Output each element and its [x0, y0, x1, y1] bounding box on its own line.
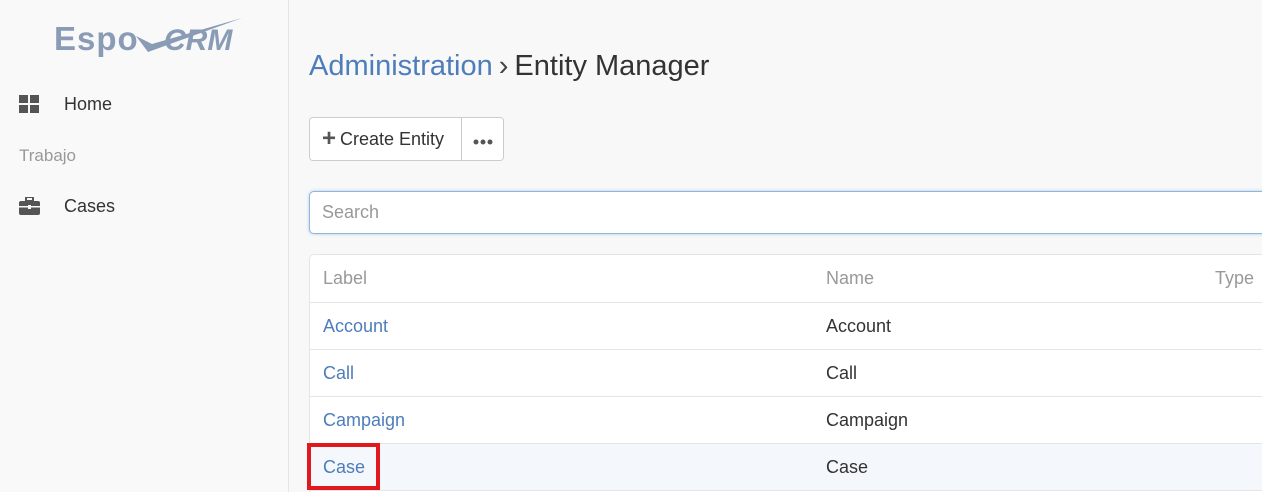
sidebar-item-cases[interactable]: Cases	[0, 188, 288, 224]
column-header-label[interactable]: Label	[323, 268, 367, 289]
search-input[interactable]	[309, 191, 1262, 234]
svg-text:CRM: CRM	[164, 24, 233, 57]
app-root: Espo CRM Home Trabajo Cases Administrati…	[0, 0, 1262, 492]
entity-name: Case	[826, 456, 869, 477]
sidebar-item-cases-label: Cases	[64, 195, 116, 216]
table-row: Case Case	[310, 444, 1262, 491]
more-actions-button[interactable]	[462, 118, 503, 160]
entity-name: Campaign	[826, 409, 909, 430]
breadcrumb: Administration › Entity Manager	[309, 50, 709, 83]
plus-icon: +	[322, 125, 337, 152]
table-header-row: Label Name Type	[310, 255, 1262, 303]
espocrm-logo[interactable]: Espo CRM	[52, 14, 242, 62]
sidebar-group-label: Trabajo	[19, 146, 77, 165]
column-header-name[interactable]: Name	[826, 268, 874, 289]
column-header-type[interactable]: Type	[1215, 268, 1254, 289]
main-content: Administration › Entity Manager + Create E…	[290, 0, 1262, 492]
entity-label-link[interactable]: Campaign	[323, 410, 405, 431]
espocrm-logo-graphic: Espo CRM	[54, 18, 242, 57]
table-row: Campaign Campaign	[310, 397, 1262, 444]
sidebar-item-home[interactable]: Home	[0, 86, 288, 122]
breadcrumb-separator: ›	[498, 50, 509, 82]
page-title: Entity Manager	[514, 50, 710, 82]
entity-label-link[interactable]: Call	[323, 363, 354, 384]
entity-name: Call	[826, 362, 858, 383]
svg-text:Espo: Espo	[54, 20, 139, 57]
entity-table: Label Name Type Account Account Call Cal…	[309, 254, 1262, 492]
entity-label-link[interactable]: Account	[323, 316, 388, 337]
grid-icon	[0, 95, 64, 113]
table-row: Account Account	[310, 303, 1262, 350]
create-entity-button[interactable]: + Create Entity	[310, 118, 462, 160]
sidebar: Espo CRM Home Trabajo Cases	[0, 0, 289, 492]
toolbar-button-group: + Create Entity	[309, 117, 504, 161]
ellipsis-icon	[473, 129, 493, 150]
briefcase-icon	[0, 197, 64, 215]
create-entity-label: Create Entity	[340, 128, 445, 149]
sidebar-item-home-label: Home	[64, 93, 113, 114]
entity-name: Account	[826, 315, 892, 336]
table-row: Call Call	[310, 350, 1262, 397]
entity-label-link[interactable]: Case	[323, 457, 365, 478]
breadcrumb-administration-link[interactable]: Administration	[309, 50, 493, 82]
